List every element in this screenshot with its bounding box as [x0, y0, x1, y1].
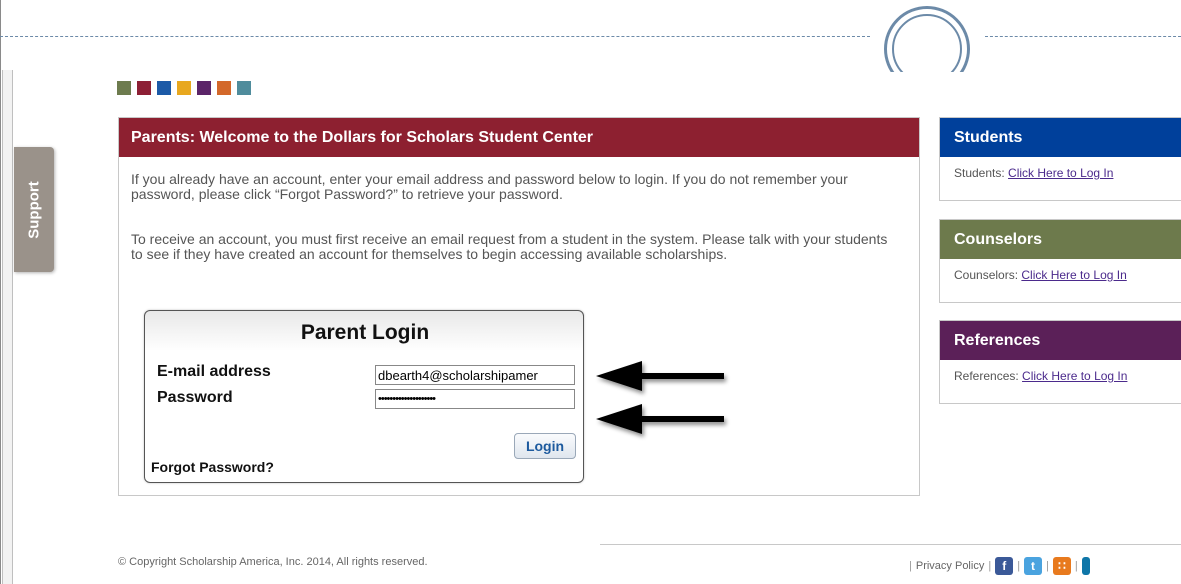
students-panel-title: Students: [940, 118, 1181, 157]
arrow-left-icon: [596, 404, 724, 434]
privacy-policy-link[interactable]: Privacy Policy: [916, 560, 984, 572]
students-panel: Students Students: Click Here to Log In: [939, 117, 1181, 201]
brand-color-squares: [117, 81, 251, 95]
references-panel-title: References: [940, 321, 1181, 360]
email-label: E-mail address: [157, 363, 271, 380]
slide-dashed-line: [0, 36, 870, 37]
footer-links: | Privacy Policy | f | t | ∷ |: [905, 557, 1090, 575]
footer-divider: [600, 544, 1181, 545]
counselors-panel-title: Counselors: [940, 220, 1181, 259]
rss-icon[interactable]: ∷: [1052, 557, 1071, 575]
support-tab-label: Support: [25, 180, 43, 239]
email-field[interactable]: [375, 365, 575, 385]
linkedin-icon[interactable]: [1081, 557, 1090, 575]
arrow-left-icon: [596, 361, 724, 391]
main-panel-title: Parents: Welcome to the Dollars for Scho…: [119, 118, 919, 157]
copyright-text: © Copyright Scholarship America, Inc. 20…: [118, 556, 428, 568]
color-square: [137, 81, 151, 95]
login-button[interactable]: Login: [514, 433, 576, 459]
references-login-link[interactable]: Click Here to Log In: [1022, 369, 1127, 383]
color-square: [177, 81, 191, 95]
support-tab[interactable]: Support: [14, 147, 54, 272]
account-info-paragraph: To receive an account, you must first re…: [131, 231, 888, 262]
password-label: Password: [157, 389, 233, 406]
color-square: [117, 81, 131, 95]
intro-paragraph: If you already have an account, enter yo…: [131, 171, 848, 202]
references-panel: References References: Click Here to Log…: [939, 320, 1181, 404]
slide-frame-left: [0, 0, 1, 584]
twitter-icon[interactable]: t: [1024, 557, 1043, 575]
color-square: [217, 81, 231, 95]
color-square: [237, 81, 251, 95]
facebook-icon[interactable]: f: [995, 557, 1014, 575]
left-scrollbar[interactable]: [2, 70, 13, 584]
forgot-password-link[interactable]: Forgot Password?: [151, 459, 274, 475]
counselors-panel: Counselors Counselors: Click Here to Log…: [939, 219, 1181, 303]
login-title: Parent Login: [300, 321, 430, 344]
password-field[interactable]: [375, 389, 575, 409]
parent-login-box: Parent Login E-mail address Password Log…: [144, 310, 584, 483]
counselors-login-link[interactable]: Click Here to Log In: [1021, 268, 1126, 282]
color-square: [197, 81, 211, 95]
annotation-arrows: [596, 361, 724, 434]
slide-dashed-line: [985, 36, 1181, 37]
students-login-link[interactable]: Click Here to Log In: [1008, 166, 1113, 180]
color-square: [157, 81, 171, 95]
